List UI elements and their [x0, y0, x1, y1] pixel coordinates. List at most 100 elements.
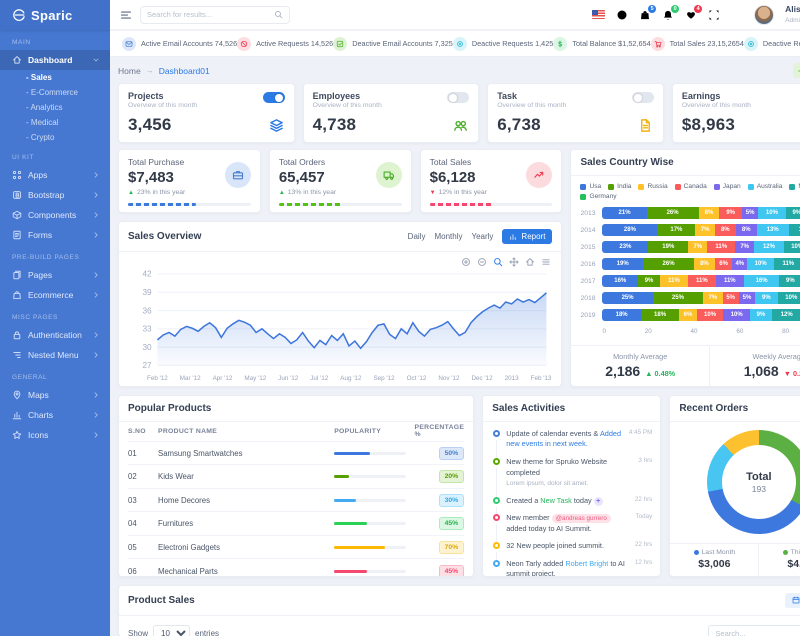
search-icon[interactable]: [274, 10, 283, 19]
sidebar-item-authentication[interactable]: Authentication: [0, 325, 110, 345]
user-info[interactable]: Alison Administrator: [785, 4, 800, 24]
bag-icon: [12, 290, 22, 300]
table-row[interactable]: 06 Mechanical Parts 45%: [128, 559, 465, 576]
table-row[interactable]: 03 Home Decores 30%: [128, 489, 465, 513]
sidebar-subitem-crypto[interactable]: Crypto: [0, 130, 110, 145]
stacked-bar[interactable]: 18%18%6%10%10%9%12%17%: [602, 309, 800, 321]
sidebar-item-label: Authentication: [28, 330, 82, 340]
report-button[interactable]: Report: [502, 229, 553, 244]
language-flag-icon[interactable]: [592, 10, 606, 19]
stat-item[interactable]: Total Sales 23,15,2654: [650, 36, 744, 51]
activity-item[interactable]: New member @andreas gurrero added today …: [492, 513, 652, 543]
stat-item[interactable]: Active Email Accounts 74,526: [122, 36, 237, 51]
stat-item[interactable]: Total Balance $1,52,654: [553, 36, 651, 51]
legend-item-canada[interactable]: Canada: [674, 183, 707, 190]
reset-home-icon[interactable]: [525, 257, 535, 267]
donut-center: Total 193: [721, 445, 796, 520]
activity-item[interactable]: 32 New people joined summit. 22 hrs: [492, 541, 652, 560]
legend-label: Russia: [647, 183, 668, 190]
stacked-bar[interactable]: 19%26%8%6%4%10%11%16%: [602, 258, 800, 270]
legend-item-russia[interactable]: Russia: [638, 183, 668, 190]
legend-item-usa[interactable]: Usa: [580, 183, 601, 190]
favorites-heart-icon[interactable]: 4: [685, 4, 703, 21]
sidebar-item-forms[interactable]: Forms: [0, 225, 110, 245]
toggle-switch[interactable]: [447, 92, 470, 103]
stat-item[interactable]: Deactive Requests 1,425: [743, 36, 800, 51]
tab-yearly[interactable]: Yearly: [471, 232, 493, 241]
stacked-bar[interactable]: 23%19%7%11%7%12%10%11%: [602, 241, 800, 253]
table-row[interactable]: 02 Kids Wear 20%: [128, 465, 465, 489]
sidebar-item-bootstrap[interactable]: Bootstrap: [0, 185, 110, 205]
selection-zoom-icon[interactable]: [493, 257, 503, 267]
sidebar-item-dashboard[interactable]: Dashboard: [0, 50, 110, 70]
sidebar-item-ecommerce[interactable]: Ecommerce: [0, 285, 110, 305]
sidebar-subitem-e-commerce[interactable]: E-Commerce: [0, 85, 110, 100]
sidebar-item-nested-menu[interactable]: Nested Menu: [0, 345, 110, 365]
legend-swatch: [713, 183, 720, 190]
period-week-button[interactable]: Week ▾: [785, 592, 800, 608]
top-header: 5 0 4 Alison Administrator: [110, 0, 800, 30]
search-input[interactable]: [147, 10, 270, 19]
circleo-icon: [743, 36, 758, 51]
clock-icon[interactable]: [616, 9, 628, 21]
activity-item[interactable]: Neon Tarly added Robert Bright to AI sum…: [492, 559, 652, 576]
quick-add-button[interactable]: [793, 63, 800, 78]
stacked-bar[interactable]: 28%17%7%8%8%13%13%6%: [602, 224, 800, 236]
legend-item-germany[interactable]: Germany: [580, 193, 617, 200]
sidebar-item-components[interactable]: Components: [0, 205, 110, 225]
zoom-out-icon[interactable]: [477, 257, 487, 267]
notifications-bell-icon[interactable]: 0: [662, 4, 680, 21]
legend-item-india[interactable]: India: [608, 183, 631, 190]
activity-item[interactable]: New theme for Spruko Website completed Lo…: [492, 457, 652, 497]
chart-menu-icon[interactable]: [541, 257, 551, 267]
sidebar-subitem-sales[interactable]: Sales: [0, 70, 110, 85]
stat-item[interactable]: Deactive Requests 1,425: [452, 36, 553, 51]
sidebar-item-icons[interactable]: Icons: [0, 425, 110, 445]
sidebar-item-apps[interactable]: Apps: [0, 165, 110, 185]
pan-icon[interactable]: [509, 257, 519, 267]
table-row[interactable]: 05 Electroni Gadgets 70%: [128, 536, 465, 560]
legend-item-japan[interactable]: Japan: [713, 183, 741, 190]
tab-daily[interactable]: Daily: [408, 232, 426, 241]
tab-monthly[interactable]: Monthly: [434, 232, 462, 241]
activity-link-cyan[interactable]: Robert Bright: [565, 559, 608, 568]
app-logo[interactable]: Sparic: [0, 0, 110, 30]
stacked-bar[interactable]: 25%25%7%5%5%9%10%14%: [602, 292, 800, 304]
sidebar-subitem-analytics[interactable]: Analytics: [0, 100, 110, 115]
legend-item-australia[interactable]: Australia: [747, 183, 782, 190]
user-avatar[interactable]: [754, 4, 775, 25]
stat-item[interactable]: Deactive Email Accounts 7,325: [333, 36, 453, 51]
settings-sliders-icon[interactable]: [731, 9, 743, 21]
breadcrumb-home[interactable]: Home: [118, 66, 141, 76]
fullscreen-icon[interactable]: [708, 9, 720, 21]
toggle-switch[interactable]: [631, 92, 654, 103]
bar-segment-japan: 8%: [735, 224, 757, 236]
table-search-input[interactable]: [708, 624, 800, 636]
stat-item[interactable]: Active Requests 14,526: [237, 36, 334, 51]
cart-icon[interactable]: 5: [639, 4, 657, 21]
totals-card-total-sales: Total Sales $6,128 ▼ 12% in this year: [419, 149, 563, 213]
checksq-icon: [333, 36, 348, 51]
entries-select[interactable]: 10: [153, 625, 191, 636]
zoom-in-icon[interactable]: [461, 257, 471, 267]
toggle-switch[interactable]: [262, 92, 285, 103]
stat-label: Active Requests 14,526: [256, 39, 334, 48]
hamburger-menu-icon[interactable]: [120, 9, 132, 21]
chevron-right-icon: [92, 331, 100, 339]
sidebar-item-charts[interactable]: Charts: [0, 405, 110, 425]
activity-link-green[interactable]: New Task: [540, 496, 572, 505]
sidebar-subitem-medical[interactable]: Medical: [0, 115, 110, 130]
x-tick-label: Sep '12: [373, 374, 395, 382]
sidebar-item-maps[interactable]: Maps: [0, 385, 110, 405]
stacked-bar[interactable]: 16%9%11%11%11%16%9%17%: [602, 275, 800, 287]
summary-card-subtitle: Overview of this month: [497, 102, 567, 109]
sidebar-item-pages[interactable]: Pages: [0, 265, 110, 285]
table-row[interactable]: 04 Furnitures 45%: [128, 512, 465, 536]
activity-item[interactable]: Update of calendar events & Added new ev…: [492, 429, 652, 458]
activity-item[interactable]: Created a New Task today +22 hrs: [492, 496, 652, 515]
legend-item-mexico[interactable]: Mexico: [789, 183, 800, 190]
table-row[interactable]: 01 Samsung Smartwatches 50%: [128, 442, 465, 466]
stacked-bar[interactable]: 21%26%8%9%5%10%9%12%: [602, 207, 800, 219]
breadcrumb-current[interactable]: Dashboard01: [159, 66, 210, 76]
x-tick-label: 2013: [504, 374, 519, 382]
